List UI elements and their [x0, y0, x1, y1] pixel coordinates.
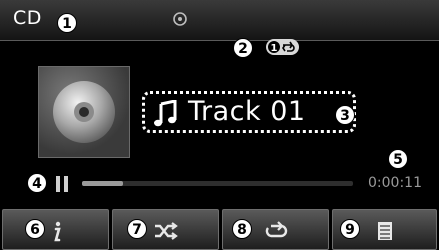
- callout-3: 3: [335, 105, 355, 125]
- info-icon: [53, 221, 61, 242]
- callout-8: 8: [232, 219, 252, 239]
- repeat-one-icon: 1: [266, 39, 299, 55]
- progress-bar[interactable]: [82, 181, 353, 186]
- music-note-icon: [154, 100, 177, 127]
- elapsed-time: 0:00:11: [368, 175, 422, 191]
- shuffle-icon: [154, 222, 178, 240]
- info-button[interactable]: [2, 209, 109, 250]
- repeat-icon: [265, 221, 287, 238]
- svg-text:1: 1: [271, 43, 278, 54]
- source-title: CD: [13, 7, 42, 29]
- callout-1: 1: [57, 13, 77, 33]
- pause-icon[interactable]: [55, 175, 69, 193]
- album-art: [38, 66, 130, 158]
- callout-2: 2: [233, 38, 253, 58]
- callout-4: 4: [27, 173, 47, 193]
- callout-9: 9: [340, 219, 360, 239]
- track-title: Track 01: [188, 96, 306, 127]
- cd-player-screen: CD 1 Track 01 0:00:11 1 2 3 4 5 6 7 8 9: [0, 0, 439, 250]
- callout-5: 5: [388, 149, 408, 169]
- callout-7: 7: [127, 219, 147, 239]
- cd-disc-icon: [53, 81, 115, 143]
- disc-icon: [173, 12, 187, 26]
- callout-6: 6: [25, 219, 45, 239]
- progress-fill: [82, 181, 123, 186]
- list-icon: [377, 222, 392, 240]
